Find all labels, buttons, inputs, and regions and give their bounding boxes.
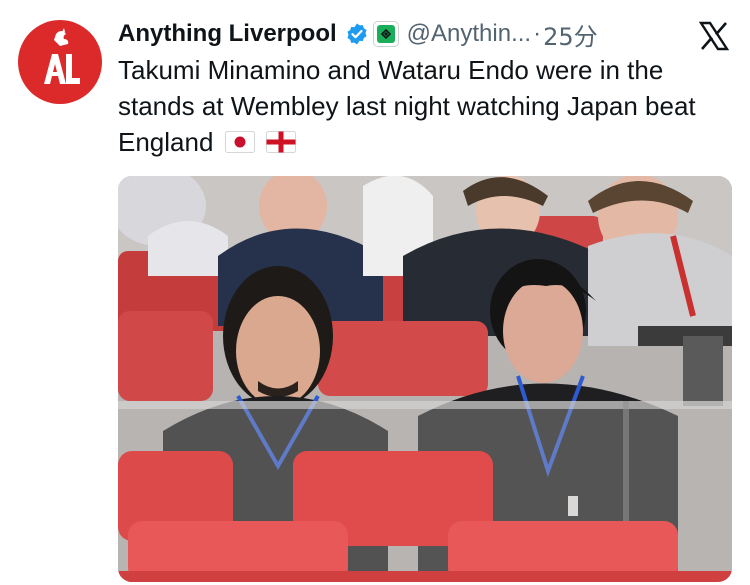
tweet-photo[interactable] — [118, 176, 732, 582]
verified-badge-icon[interactable] — [345, 22, 369, 46]
avatar[interactable]: AL — [18, 20, 102, 104]
liverbird-logo-icon: AL — [18, 20, 80, 84]
svg-text:AL: AL — [18, 20, 20, 21]
england-flag-icon — [265, 126, 296, 162]
stadium-photo — [118, 176, 732, 582]
author-handle[interactable]: @Anythin... — [407, 20, 531, 48]
x-logo-icon[interactable] — [698, 20, 730, 52]
japan-flag-icon — [224, 126, 255, 162]
tweet-body: Takumi Minamino and Wataru Endo were in … — [118, 55, 696, 157]
affiliate-badge-icon[interactable] — [372, 21, 399, 47]
author-name[interactable]: Anything Liverpool — [118, 20, 337, 48]
separator-dot: · — [533, 20, 542, 47]
timestamp[interactable]: 25分 — [543, 17, 598, 52]
tweet-text: Takumi Minamino and Wataru Endo were in … — [118, 52, 738, 162]
tweet-header: Anything Liverpool @Anythin... · 25分 — [118, 14, 738, 54]
